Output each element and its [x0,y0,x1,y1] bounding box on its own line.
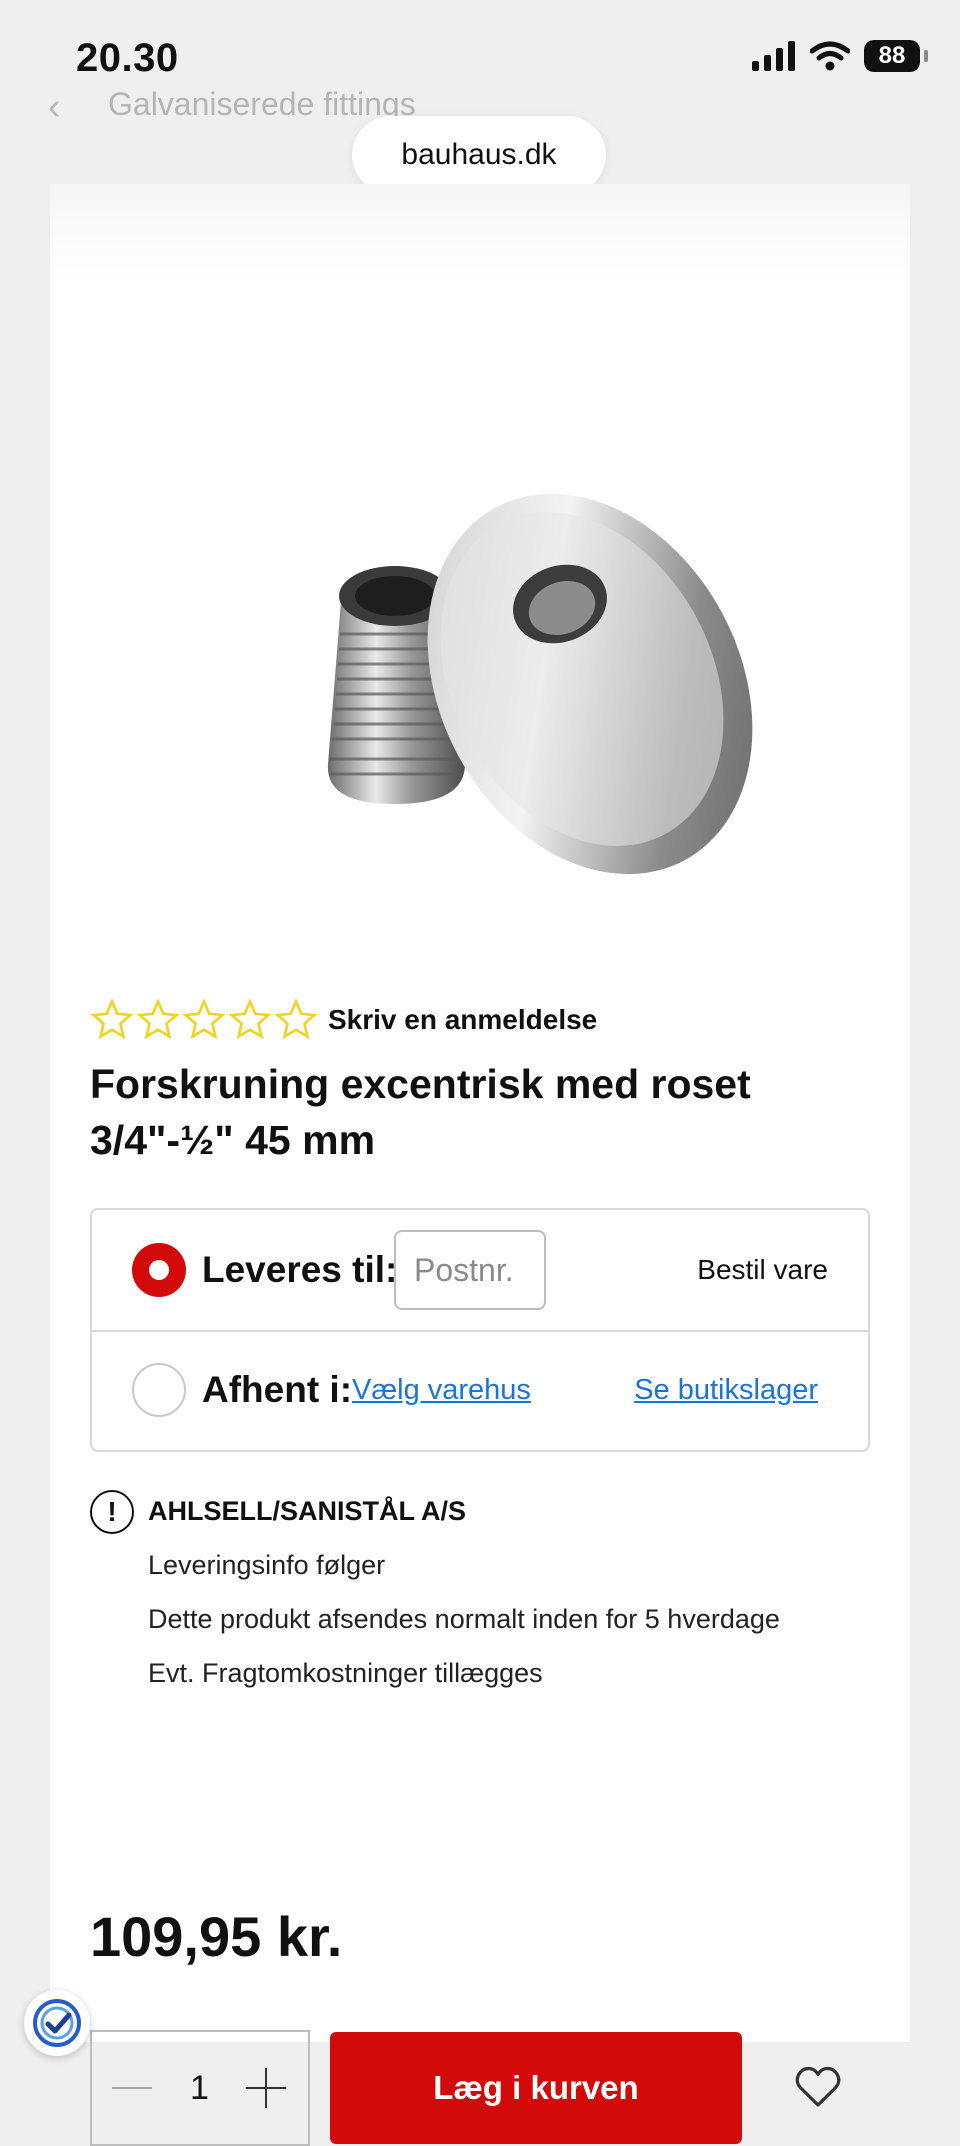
info-line: Evt. Fragtomkostninger tillægges [148,1658,543,1688]
product-price: 109,95 kr. [90,1905,343,1968]
write-review-link[interactable]: Skriv en anmeldelse [328,1004,597,1036]
card-shade [50,184,910,284]
product-title-line1: Forskruning excentrisk med roset [90,1061,751,1107]
delivery-option-home[interactable]: Leveres til: Bestil vare [92,1210,868,1332]
nav-title: Galvaniserede fittings [108,86,416,122]
delivery-radio-selected[interactable] [132,1243,186,1297]
status-icons: 88 [752,40,928,72]
pickup-label: Afhent i: [202,1369,353,1410]
star-icon [228,998,272,1040]
url-bar[interactable]: bauhaus.dk [352,116,606,194]
rating-row: Skriv en anmeldelse [90,998,597,1042]
star-icon [90,998,134,1040]
supplier-name: AHLSELL/SANISTÅL A/S [148,1496,467,1526]
star-icon [274,998,318,1040]
delivery-options: Leveres til: Bestil vare Afhent i: Vælg … [90,1208,870,1452]
product-title: Forskruning excentrisk med roset 3/4"-½"… [90,1056,850,1168]
checkmark-shield-icon [33,1999,81,2047]
star-icon [182,998,226,1040]
quantity-stepper: 1 [90,2030,310,2146]
pickup-radio[interactable] [132,1363,186,1417]
decrease-quantity-button[interactable] [112,2087,152,2089]
battery-icon: 88 [864,40,928,72]
product-card: Skriv en anmeldelse Forskruning excentri… [50,184,910,2146]
choose-store-link[interactable]: Vælg varehus [352,1374,531,1407]
store-stock-link[interactable]: Se butikslager [634,1374,818,1407]
info-alert-icon: ! [90,1490,134,1534]
postcode-input[interactable] [394,1230,546,1310]
heart-icon[interactable] [794,2064,842,2108]
delivery-label: Leveres til: [202,1249,398,1290]
trust-badge-icon[interactable] [24,1990,90,2056]
status-time: 20.30 [76,36,179,80]
info-line: Dette produkt afsendes normalt inden for… [148,1604,780,1634]
info-line: Leveringsinfo følger [148,1550,386,1580]
increase-quantity-button[interactable] [246,2068,286,2108]
add-to-cart-button[interactable]: Læg i kurven [330,2032,742,2144]
order-text: Bestil vare [697,1254,828,1285]
wifi-icon [810,41,850,71]
product-image [327,493,753,875]
delivery-option-pickup[interactable]: Afhent i: Vælg varehus Se butikslager [92,1330,868,1450]
product-title-line2: 3/4"-½" 45 mm [90,1117,376,1163]
star-icon [136,998,180,1040]
signal-icon [752,41,795,71]
back-chevron-icon[interactable]: ‹ [48,86,61,129]
quantity-value[interactable]: 1 [190,2069,209,2108]
